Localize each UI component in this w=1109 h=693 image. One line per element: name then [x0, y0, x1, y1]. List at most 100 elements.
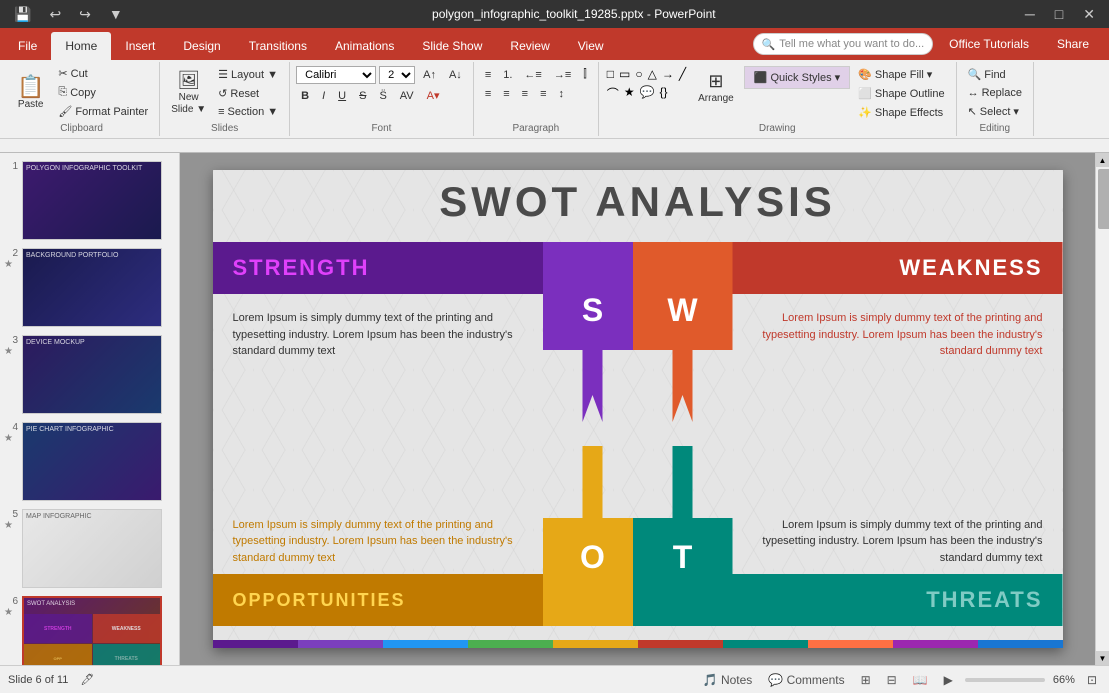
- callout-shape-icon[interactable]: 💬: [638, 84, 657, 103]
- rect-shape-icon[interactable]: □: [605, 66, 616, 82]
- slide-thumb-6[interactable]: 6 ★ SWOT ANALYSIS STRENGTH WEAKNESS OPP …: [4, 596, 175, 665]
- line-spacing-button[interactable]: ↕: [554, 86, 570, 102]
- slide-thumb-4[interactable]: 4 ★ PIE CHART INFOGRAPHIC: [4, 422, 175, 501]
- office-tutorials-button[interactable]: Office Tutorials: [941, 33, 1037, 55]
- ribbon-group-font: Calibri 24 A↑ A↓ B I U S S̈ AV A▾ Font: [290, 62, 474, 136]
- close-button[interactable]: ✕: [1077, 4, 1101, 25]
- customize-icon[interactable]: ▼: [103, 4, 129, 24]
- curve-shape-icon[interactable]: ⌒: [605, 84, 621, 103]
- slide-thumb-1[interactable]: 1 POLYGON INFOGRAPHIC TOOLKIT: [4, 161, 175, 240]
- t-letter: T: [673, 539, 693, 576]
- layout-button[interactable]: ☰ Layout ▼: [213, 66, 283, 83]
- tab-slideshow[interactable]: Slide Show: [408, 32, 496, 60]
- tab-view[interactable]: View: [564, 32, 618, 60]
- reset-button[interactable]: ↺ Reset: [213, 85, 283, 102]
- font-size-select[interactable]: 24: [379, 66, 415, 84]
- zoom-level: 66%: [1053, 674, 1075, 686]
- tab-home[interactable]: Home: [51, 32, 111, 60]
- slide-status-icon: 🖊: [80, 673, 94, 686]
- slide-canvas[interactable]: SWOT ANALYSIS STRENGTH WEAKNESS S W Lore…: [213, 170, 1063, 648]
- increase-indent-button[interactable]: →≡: [549, 67, 576, 83]
- zoom-slider[interactable]: [965, 678, 1045, 682]
- increase-font-button[interactable]: A↑: [418, 67, 441, 83]
- font-color-button[interactable]: A▾: [422, 87, 445, 104]
- main-area: 1 POLYGON INFOGRAPHIC TOOLKIT 2 ★ BACKGR…: [0, 153, 1109, 665]
- save-icon[interactable]: 💾: [8, 4, 37, 25]
- reading-view-button[interactable]: 📖: [909, 671, 932, 689]
- new-slide-button[interactable]: 🖼 New Slide ▼: [166, 67, 211, 118]
- status-bar-right: 🎵 Notes 💬 Comments ⊞ ⊟ 📖 ▶ 66% ⊡: [699, 671, 1101, 689]
- redo-icon[interactable]: ↪: [73, 4, 97, 25]
- shape-fill-button[interactable]: 🎨 Shape Fill ▾: [853, 66, 949, 83]
- tab-design[interactable]: Design: [169, 32, 234, 60]
- round-rect-shape-icon[interactable]: ▭: [617, 66, 632, 82]
- strength-label: STRENGTH: [233, 255, 370, 281]
- bracket-shape-icon[interactable]: {}: [658, 84, 670, 103]
- bullets-button[interactable]: ≡: [480, 67, 496, 83]
- notes-button[interactable]: 🎵 Notes: [699, 671, 757, 689]
- format-painter-button[interactable]: 🖌 Format Painter: [53, 103, 153, 120]
- columns-button[interactable]: ⫿: [578, 66, 592, 83]
- italic-button[interactable]: I: [317, 88, 330, 104]
- share-button[interactable]: Share: [1045, 33, 1101, 55]
- tab-file[interactable]: File: [4, 32, 51, 60]
- editing-label: Editing: [963, 121, 1027, 134]
- replace-button[interactable]: ↔ Replace: [963, 85, 1027, 101]
- align-left-button[interactable]: ≡: [480, 86, 496, 102]
- arrow-shape-icon[interactable]: →: [660, 66, 676, 82]
- tab-transitions[interactable]: Transitions: [235, 32, 321, 60]
- triangle-shape-icon[interactable]: △: [646, 66, 659, 82]
- font-family-select[interactable]: Calibri: [296, 66, 376, 84]
- shape-outline-button[interactable]: ⬜ Shape Outline: [853, 85, 949, 102]
- ribbon-group-clipboard: 📋 Paste ✂ Cut ⎘ Copy 🖌 Format Painter Cl…: [4, 62, 160, 136]
- line-shape-icon[interactable]: ╱: [677, 66, 688, 82]
- copy-button[interactable]: ⎘ Copy: [53, 84, 153, 101]
- title-bar: 💾 ↩ ↪ ▼ polygon_infographic_toolkit_1928…: [0, 0, 1109, 28]
- align-right-button[interactable]: ≡: [517, 86, 533, 102]
- section-button[interactable]: ≡ Section ▼: [213, 104, 283, 120]
- star-shape-icon[interactable]: ★: [622, 84, 637, 103]
- tell-me-input[interactable]: 🔍 Tell me what you want to do...: [753, 33, 934, 55]
- underline-button[interactable]: U: [333, 88, 351, 104]
- char-spacing-button[interactable]: AV: [395, 88, 419, 104]
- shadow-button[interactable]: S̈: [374, 88, 391, 104]
- maximize-button[interactable]: □: [1049, 4, 1069, 24]
- select-button[interactable]: ↖ Select ▾: [963, 103, 1027, 120]
- paragraph-label: Paragraph: [480, 121, 592, 134]
- ruler-bar: [0, 139, 1109, 153]
- cut-button[interactable]: ✂ Cut: [53, 65, 153, 82]
- align-center-button[interactable]: ≡: [498, 86, 514, 102]
- tab-insert[interactable]: Insert: [111, 32, 169, 60]
- oval-shape-icon[interactable]: ○: [633, 66, 644, 82]
- fit-slide-button[interactable]: ⊡: [1083, 671, 1101, 689]
- scroll-up-button[interactable]: ▲: [1096, 153, 1109, 167]
- justify-button[interactable]: ≡: [535, 86, 551, 102]
- normal-view-button[interactable]: ⊞: [857, 671, 875, 689]
- opportunities-text: Lorem Ipsum is simply dummy text of the …: [233, 517, 533, 567]
- slide-thumb-2[interactable]: 2 ★ BACKGROUND PORTFOLIO: [4, 248, 175, 327]
- title-bar-controls: ─ □ ✕: [1019, 4, 1101, 25]
- slide-sorter-button[interactable]: ⊟: [883, 671, 901, 689]
- comments-button[interactable]: 💬 Comments: [764, 671, 848, 689]
- weakness-text: Lorem Ipsum is simply dummy text of the …: [743, 310, 1043, 360]
- slide-thumb-3[interactable]: 3 ★ DEVICE MOCKUP: [4, 335, 175, 414]
- quick-styles-button[interactable]: ⬛ Quick Styles ▾: [749, 69, 845, 86]
- numbering-button[interactable]: 1.: [498, 67, 517, 83]
- undo-icon[interactable]: ↩: [43, 4, 67, 25]
- tab-review[interactable]: Review: [496, 32, 563, 60]
- arrange-button[interactable]: ⊞Arrange: [691, 66, 741, 109]
- bold-button[interactable]: B: [296, 88, 314, 104]
- decrease-font-button[interactable]: A↓: [444, 67, 467, 83]
- ribbon-group-editing: 🔍 Find ↔ Replace ↖ Select ▾ Editing: [957, 62, 1034, 136]
- strength-text: Lorem Ipsum is simply dummy text of the …: [233, 310, 533, 360]
- decrease-indent-button[interactable]: ←≡: [519, 67, 546, 83]
- find-button[interactable]: 🔍 Find: [963, 66, 1027, 83]
- tab-animations[interactable]: Animations: [321, 32, 408, 60]
- slide-thumb-5[interactable]: 5 ★ MAP INFOGRAPHIC: [4, 509, 175, 588]
- scroll-down-button[interactable]: ▼: [1096, 651, 1109, 665]
- slideshow-button[interactable]: ▶: [940, 671, 957, 689]
- paste-button[interactable]: 📋 Paste: [10, 71, 51, 115]
- strikethrough-button[interactable]: S: [354, 88, 371, 104]
- shape-effects-button[interactable]: ✨ Shape Effects: [853, 104, 949, 121]
- minimize-button[interactable]: ─: [1019, 4, 1041, 24]
